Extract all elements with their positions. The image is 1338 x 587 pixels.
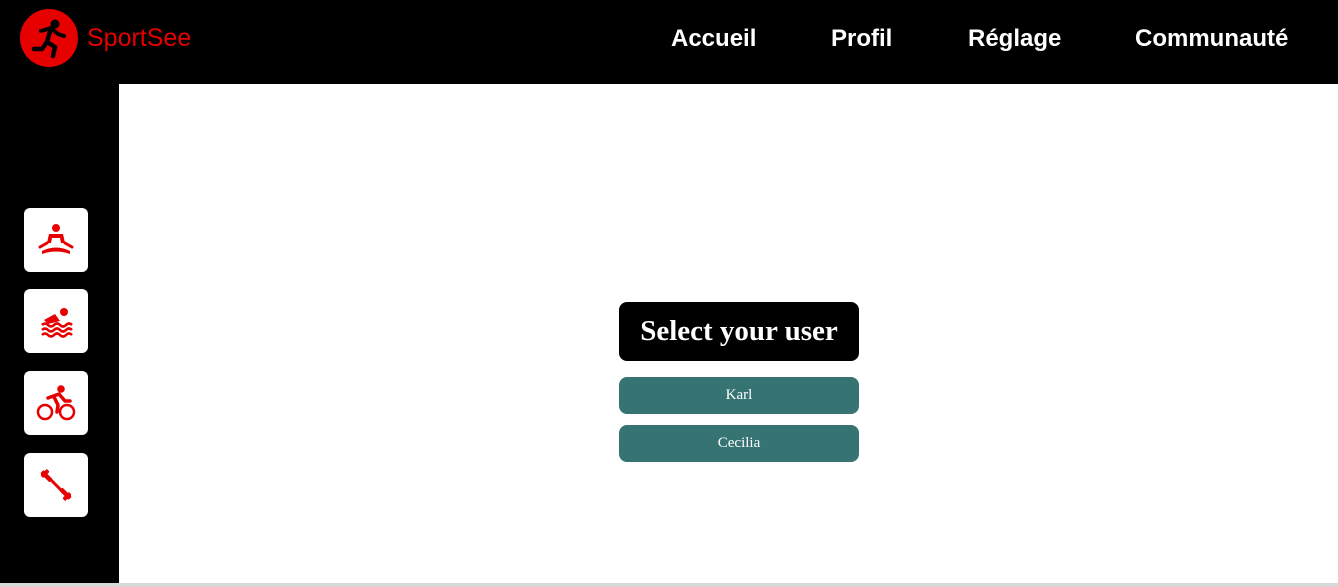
brand-name: SportSee bbox=[87, 23, 192, 52]
nav-accueil[interactable]: Accueil bbox=[671, 25, 756, 53]
sidebar-item-swimming[interactable] bbox=[24, 289, 88, 353]
nav-reglage[interactable]: Réglage bbox=[968, 25, 1061, 53]
sidebar-item-cycling[interactable] bbox=[24, 371, 88, 435]
user-button-karl[interactable]: Karl bbox=[619, 377, 859, 414]
page-title: Select your user bbox=[619, 302, 859, 361]
sidebar-item-weightlifting[interactable] bbox=[24, 453, 88, 517]
user-button-cecilia[interactable]: Cecilia bbox=[619, 425, 859, 462]
nav-profil[interactable]: Profil bbox=[831, 25, 892, 53]
running-man-icon bbox=[20, 9, 78, 67]
logo-link[interactable]: SportSee bbox=[20, 9, 191, 67]
cycling-icon bbox=[35, 383, 77, 423]
dumbbell-icon bbox=[36, 465, 76, 505]
sidebar-item-yoga[interactable] bbox=[24, 208, 88, 272]
nav-communaute[interactable]: Communauté bbox=[1135, 25, 1288, 53]
swimming-icon bbox=[36, 301, 76, 341]
top-header: SportSee Accueil Profil Réglage Communau… bbox=[0, 0, 1338, 84]
sidebar bbox=[0, 84, 119, 583]
horizontal-scrollbar[interactable] bbox=[0, 583, 1338, 587]
yoga-icon bbox=[36, 220, 76, 260]
